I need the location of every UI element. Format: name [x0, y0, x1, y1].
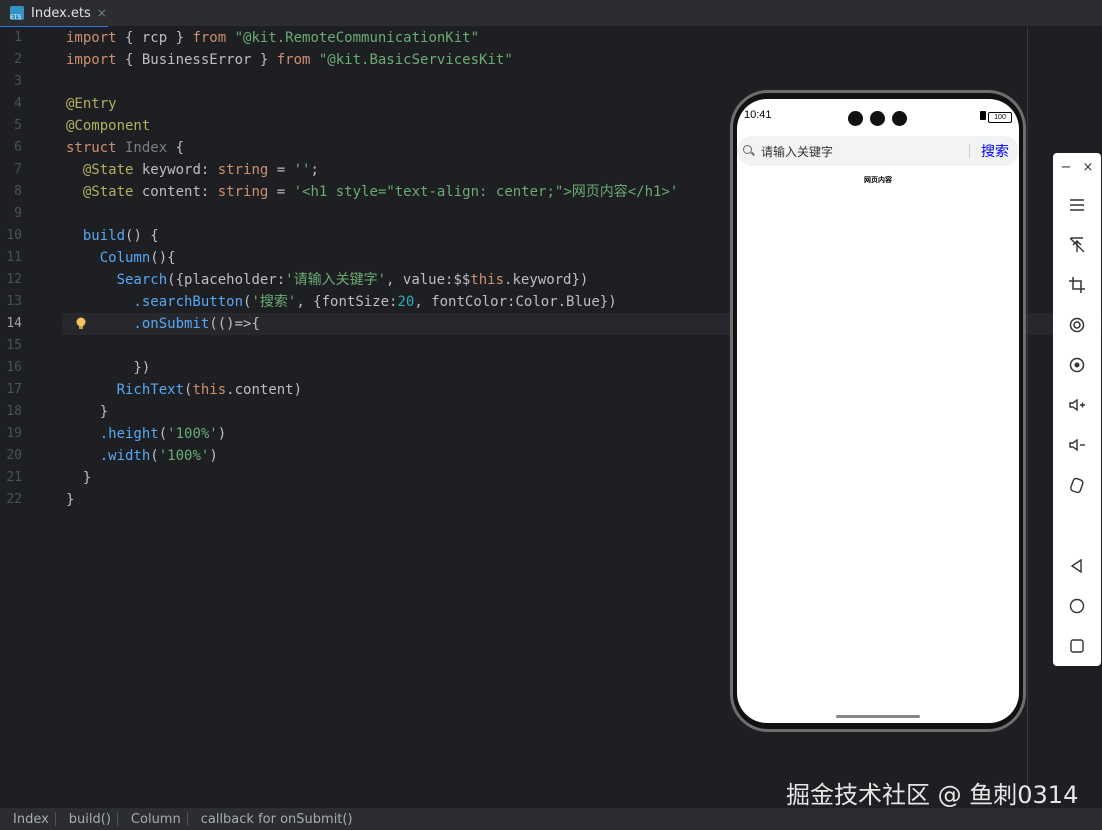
line-number: 3 [14, 74, 22, 89]
line-number: 12 [6, 272, 22, 287]
lightbulb-icon[interactable] [75, 317, 87, 331]
code-line: struct Index { [66, 140, 185, 156]
crop-icon[interactable] [1067, 275, 1087, 295]
line-number: 7 [14, 162, 22, 177]
line-number: 11 [6, 250, 22, 265]
line-number: 5 [14, 118, 22, 133]
search-bar[interactable]: 请输入关键字 搜索 [737, 136, 1019, 166]
tab-label: Index.ets [31, 5, 91, 21]
camera-dot-icon [870, 111, 885, 126]
breadcrumb-item[interactable]: build() [56, 812, 117, 827]
breadcrumb: Index build() Column callback for onSubmit(… [0, 807, 1102, 830]
line-number: 14 [6, 316, 22, 331]
code-line: build() { [66, 228, 159, 244]
search-input[interactable]: 请输入关键字 [761, 143, 833, 160]
line-number: 19 [6, 426, 22, 441]
code-line: import { BusinessError } from "@kit.Basi… [66, 52, 513, 68]
close-icon[interactable]: × [97, 6, 107, 20]
minimize-button[interactable]: − [1059, 161, 1073, 175]
line-number: 6 [14, 140, 22, 155]
line-number: 20 [6, 448, 22, 463]
code-line: @State keyword: string = ''; [66, 162, 319, 178]
line-number: 1 [14, 30, 22, 45]
line-number: 15 [6, 338, 22, 353]
search-divider [969, 144, 970, 158]
battery-icon: 100 [988, 112, 1012, 123]
code-line: Search({placeholder:'请输入关键字', value:$$th… [66, 272, 589, 288]
line-number-gutter: 1 2 3 4 5 6 7 8 9 10 11 12 13 14 15 16 17 18 19 20 21 22 [0, 27, 62, 807]
emulator-toolbar: − × [1053, 153, 1101, 666]
code-line: import { rcp } from "@kit.RemoteCommunic… [66, 30, 480, 46]
code-line: .searchButton('搜索', {fontSize:20, fontCo… [66, 294, 617, 310]
editor-tab-bar: Index.ets × [0, 0, 1102, 28]
rotate-icon[interactable] [1067, 315, 1087, 335]
line-number: 18 [6, 404, 22, 419]
shake-icon[interactable] [1067, 475, 1087, 495]
code-line: } [66, 492, 75, 508]
right-margin-guide [1027, 27, 1028, 807]
breadcrumb-item[interactable]: callback for onSubmit() [188, 812, 359, 827]
code-line: Column(){ [66, 250, 176, 266]
device-screen[interactable]: 10:41 100 请输入关键字 搜索 网页内容 [737, 99, 1019, 723]
sim-icon [980, 111, 986, 120]
code-line: @Entry [66, 96, 117, 112]
line-number: 21 [6, 470, 22, 485]
camera-dot-icon [892, 111, 907, 126]
code-line: .onSubmit(()=>{ [66, 316, 260, 332]
line-number: 22 [6, 492, 22, 507]
status-time: 10:41 [744, 109, 772, 121]
tab-index-ets[interactable]: Index.ets × [0, 0, 108, 28]
search-button[interactable]: 搜索 [981, 141, 1009, 161]
line-number: 17 [6, 382, 22, 397]
code-line: .height('100%') [66, 426, 227, 442]
line-number: 4 [14, 96, 22, 111]
volume-up-icon[interactable] [1067, 395, 1087, 415]
recents-icon[interactable] [1067, 636, 1087, 656]
ets-file-icon [10, 6, 24, 21]
line-number: 2 [14, 52, 22, 67]
screenshot-icon[interactable] [1067, 355, 1087, 375]
breadcrumb-item[interactable]: Column [118, 812, 187, 827]
breadcrumb-item[interactable]: Index [0, 812, 55, 827]
line-number: 16 [6, 360, 22, 375]
volume-down-icon[interactable] [1067, 435, 1087, 455]
code-line: .width('100%') [66, 448, 218, 464]
line-number: 13 [6, 294, 22, 309]
code-line: @State content: string = '<h1 style="tex… [66, 184, 679, 200]
code-line: }) [66, 360, 151, 376]
home-icon[interactable] [1067, 596, 1087, 616]
line-number: 9 [14, 206, 22, 221]
menu-icon[interactable] [1067, 195, 1087, 215]
close-button[interactable]: × [1081, 161, 1095, 175]
home-indicator[interactable] [836, 715, 920, 718]
pin-off-icon[interactable] [1067, 235, 1087, 255]
code-line: } [66, 470, 92, 486]
watermark-text: 掘金技术社区 @ 鱼刺0314 [786, 781, 1079, 809]
code-line: RichText(this.content) [66, 382, 303, 398]
search-icon [743, 145, 752, 154]
line-number: 10 [6, 228, 22, 243]
line-number: 8 [14, 184, 22, 199]
code-line: } [66, 404, 109, 420]
rich-text-heading: 网页内容 [864, 176, 892, 184]
back-icon[interactable] [1067, 556, 1087, 576]
code-line: @Component [66, 118, 151, 134]
camera-dot-icon [848, 111, 863, 126]
